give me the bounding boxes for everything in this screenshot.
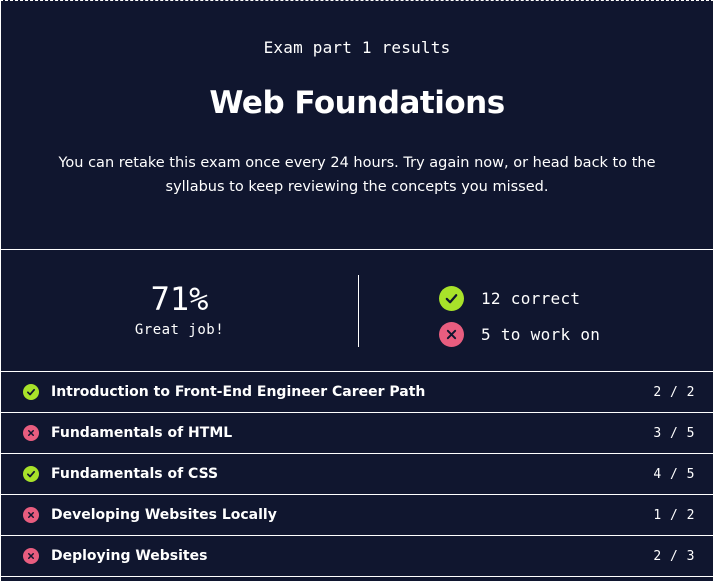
- score-percent: 71%: [150, 280, 209, 318]
- x-circle-icon: [439, 321, 464, 347]
- check-circle-icon: [23, 384, 39, 400]
- correct-count-label: 12 correct: [481, 288, 581, 308]
- module-row[interactable]: Introduction to Front-End Engineer Caree…: [1, 372, 713, 413]
- module-row[interactable]: Deploying Websites 2 / 3: [1, 536, 713, 577]
- score-verdict: Great job!: [134, 322, 225, 338]
- x-circle-icon: [23, 548, 39, 564]
- score-summary: 71% Great job! 12 correct 5 to work on: [1, 250, 713, 372]
- module-score: 2 / 2: [653, 384, 695, 400]
- retake-description: You can retake this exam once every 24 h…: [58, 155, 656, 195]
- module-title: Fundamentals of CSS: [51, 466, 219, 482]
- page-title: Web Foundations: [209, 85, 505, 121]
- module-row[interactable]: Fundamentals of HTML 3 / 5: [1, 413, 713, 454]
- results-header: Exam part 1 results Web Foundations You …: [1, 1, 713, 250]
- check-circle-icon: [23, 466, 39, 482]
- module-score: 2 / 3: [653, 548, 695, 564]
- vertical-divider: [358, 275, 359, 347]
- x-circle-icon: [23, 507, 39, 523]
- results-panel: Exam part 1 results Web Foundations You …: [0, 0, 714, 582]
- score-breakdown: 12 correct 5 to work on: [439, 280, 600, 352]
- exam-part-label: Exam part 1 results: [263, 38, 451, 57]
- module-results-list: Introduction to Front-End Engineer Caree…: [1, 372, 713, 577]
- module-score: 3 / 5: [653, 425, 695, 441]
- check-circle-icon: [439, 285, 464, 311]
- module-score: 4 / 5: [653, 466, 695, 482]
- module-row[interactable]: Developing Websites Locally 1 / 2: [1, 495, 713, 536]
- module-title: Deploying Websites: [51, 548, 208, 564]
- module-row[interactable]: Fundamentals of CSS 4 / 5: [1, 454, 713, 495]
- module-score: 1 / 2: [653, 507, 695, 523]
- x-circle-icon: [23, 425, 39, 441]
- incorrect-count-label: 5 to work on: [481, 324, 601, 344]
- module-title: Introduction to Front-End Engineer Caree…: [51, 384, 426, 400]
- incorrect-count: 5 to work on: [439, 316, 600, 352]
- module-title: Developing Websites Locally: [51, 507, 277, 523]
- module-title: Fundamentals of HTML: [51, 425, 233, 441]
- score-percentage-block: 71% Great job!: [1, 250, 358, 371]
- correct-count: 12 correct: [439, 280, 600, 316]
